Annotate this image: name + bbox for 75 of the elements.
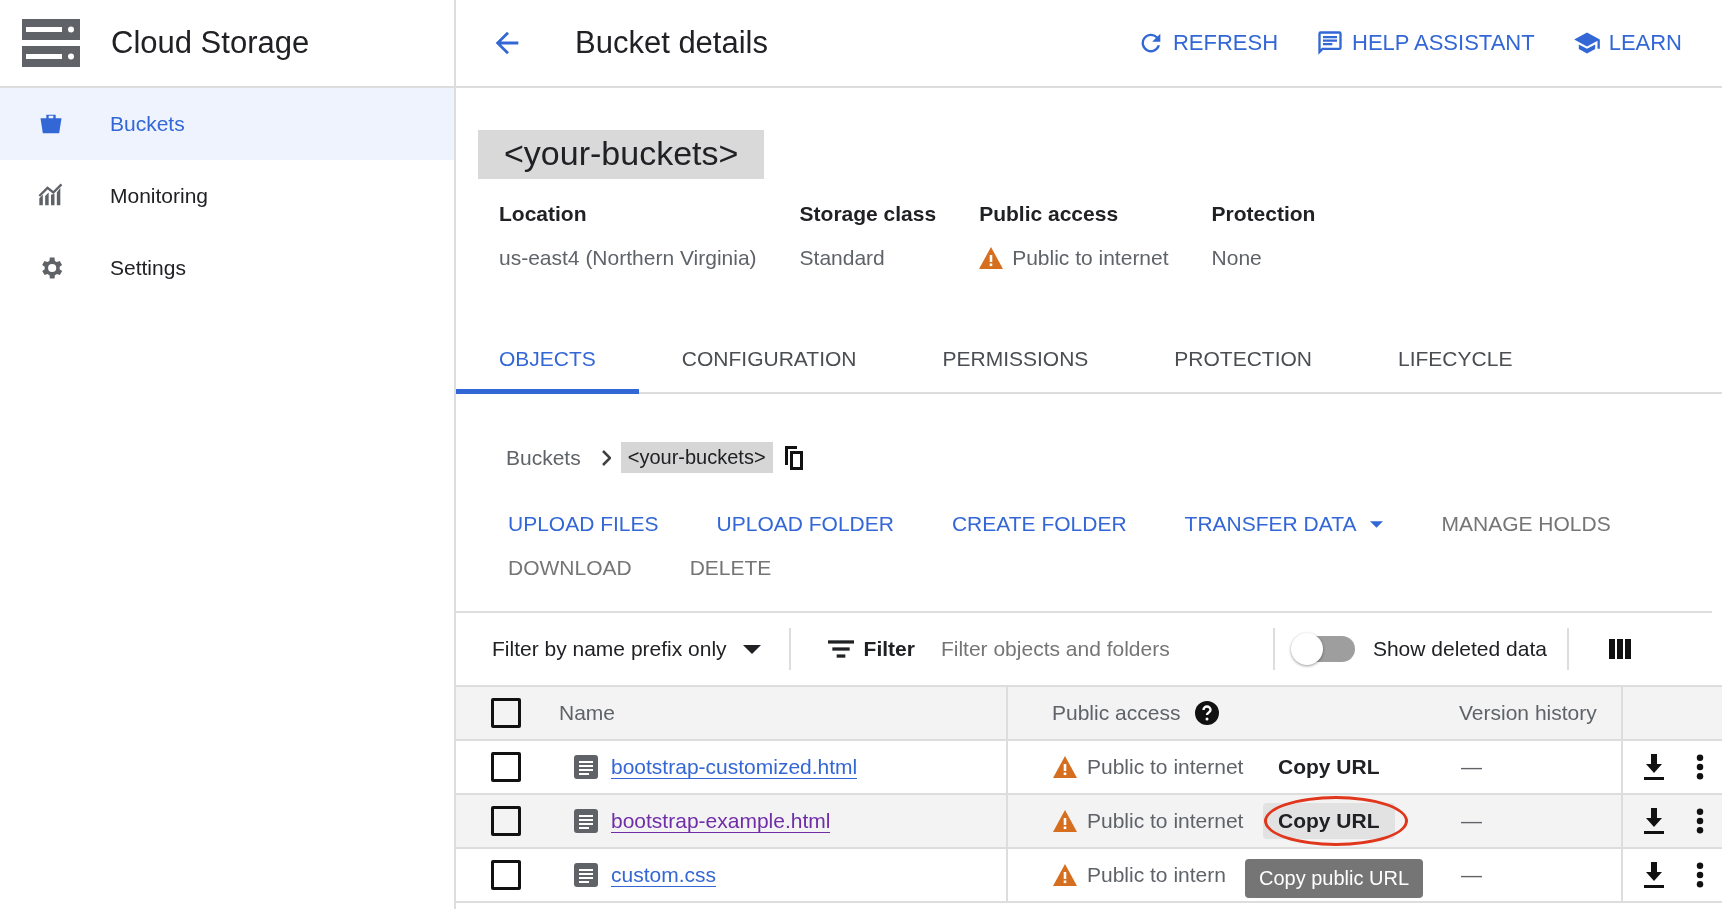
breadcrumb-link[interactable]: Buckets xyxy=(506,445,581,470)
property-label: Storage class xyxy=(799,202,937,226)
property-value: Standard xyxy=(799,246,885,270)
access-text: Public to intern xyxy=(1087,863,1227,887)
help-icon[interactable] xyxy=(1195,701,1220,725)
checkbox[interactable] xyxy=(491,752,521,782)
access-text: Public to internet xyxy=(1087,755,1245,779)
more-icon[interactable] xyxy=(1696,808,1704,834)
document-icon xyxy=(574,755,598,779)
columns-icon[interactable] xyxy=(1608,639,1631,659)
action-button[interactable]: TRANSFER DATA xyxy=(1168,508,1400,540)
tab[interactable]: LIFECYCLE xyxy=(1355,327,1556,394)
filter-icon xyxy=(827,640,854,658)
version-cell: — xyxy=(1461,863,1482,887)
nav-item[interactable]: Monitoring xyxy=(0,160,454,232)
column-header: Name xyxy=(559,701,616,725)
toggle-switch[interactable] xyxy=(1294,636,1355,662)
more-icon[interactable] xyxy=(1696,862,1704,888)
version-cell: — xyxy=(1461,755,1482,779)
tooltip: Copy public URL xyxy=(1245,859,1424,898)
chevron-icon xyxy=(600,449,611,466)
property-value: Public to internet xyxy=(1012,246,1169,270)
breadcrumb-current: <your-buckets> xyxy=(620,442,773,473)
header-action[interactable]: HELP ASSISTANT xyxy=(1316,29,1535,57)
copy-url-button[interactable]: Copy URL xyxy=(1263,749,1395,785)
warning-icon xyxy=(1053,810,1077,832)
table-row[interactable]: custom.css Public to intern Copy public URL — xyxy=(456,849,1722,903)
file-link[interactable]: bootstrap-example.html xyxy=(611,808,831,834)
filter-mode-dropdown[interactable]: Filter by name prefix only xyxy=(456,637,761,661)
file-link[interactable]: bootstrap-customized.html xyxy=(611,754,858,780)
property-label: Public access xyxy=(979,202,1120,226)
warning-icon xyxy=(1053,864,1077,886)
access-text: Public to internet xyxy=(1087,809,1245,833)
download-icon[interactable] xyxy=(1642,862,1666,888)
warning-icon xyxy=(1053,756,1077,778)
tab[interactable]: PROTECTION xyxy=(1131,327,1355,394)
tab[interactable]: PERMISSIONS xyxy=(899,327,1132,394)
checkbox[interactable] xyxy=(491,860,521,890)
caret-icon xyxy=(1370,520,1384,528)
property-value: us-east4 (Northern Virginia) xyxy=(499,246,757,270)
bucket-name: <your-buckets> xyxy=(478,130,765,179)
page-title: Bucket details xyxy=(575,25,768,61)
column-header: Public access xyxy=(1052,701,1181,725)
copy-url-button[interactable]: Copy URL xyxy=(1263,803,1395,839)
caret-icon xyxy=(742,644,761,654)
storage-icon xyxy=(22,19,80,67)
tab[interactable]: OBJECTS xyxy=(456,327,639,394)
document-icon xyxy=(574,863,598,887)
nav-item[interactable]: Settings xyxy=(0,232,454,304)
property-label: Location xyxy=(499,202,588,226)
document-icon xyxy=(574,809,598,833)
download-icon[interactable] xyxy=(1642,808,1666,834)
checkbox[interactable] xyxy=(491,806,521,836)
filter-label: Filter xyxy=(863,637,915,661)
action-button[interactable]: UPLOAD FILES xyxy=(492,508,675,540)
download-icon[interactable] xyxy=(1642,754,1666,780)
tab[interactable]: CONFIGURATION xyxy=(638,327,900,394)
app-title: Cloud Storage xyxy=(111,25,310,61)
filter-field[interactable]: Filter objects and folders xyxy=(938,636,1273,662)
column-header: Version history xyxy=(1459,701,1597,725)
property-label: Protection xyxy=(1211,202,1316,226)
copy-icon[interactable] xyxy=(782,445,805,470)
toggle-label: Show deleted data xyxy=(1372,637,1547,661)
header-action[interactable]: LEARN xyxy=(1572,29,1682,57)
property-value: None xyxy=(1211,246,1262,270)
header-action[interactable]: REFRESH xyxy=(1136,29,1279,57)
action-button[interactable]: CREATE FOLDER xyxy=(935,508,1143,540)
action-button[interactable]: UPLOAD FOLDER xyxy=(700,508,910,540)
checkbox[interactable] xyxy=(491,698,521,728)
more-icon[interactable] xyxy=(1696,754,1704,780)
version-cell: — xyxy=(1461,809,1482,833)
nav-item[interactable]: Buckets xyxy=(0,88,454,160)
table-row[interactable]: bootstrap-example.html Public to internet Copy URL — xyxy=(456,795,1722,849)
file-link[interactable]: custom.css xyxy=(611,862,717,888)
chat-icon xyxy=(1316,29,1345,57)
